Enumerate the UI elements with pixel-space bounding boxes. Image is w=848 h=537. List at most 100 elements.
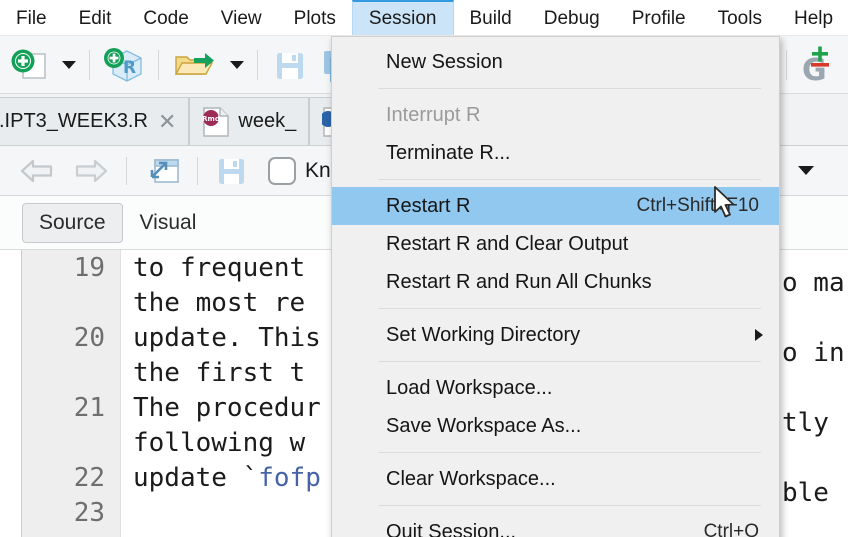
submenu-arrow-icon [755,329,763,341]
svg-text:G: G [802,53,827,84]
menu-item-quit-session[interactable]: Quit Session... Ctrl+Q [332,513,779,537]
toolbar-divider [786,49,787,80]
popout-window-icon [150,158,179,183]
menu-item-shortcut: Ctrl+Shift+F10 [636,195,760,216]
editor-save-button[interactable] [208,149,256,193]
menu-item-save-workspace-as[interactable]: Save Workspace As... [332,407,779,445]
menu-item-label: Clear Workspace... [386,467,556,490]
code-text-fragment: o in [782,338,845,368]
line-number: 21 [73,392,105,423]
code-text-fragment: ble [782,478,829,508]
menu-separator [378,505,761,506]
new-project-icon: R [104,47,142,82]
editor-tab-label: .IPT3_WEEK3.R [0,110,148,132]
editor-tab-label: week_ [238,110,297,132]
menu-item-set-working-directory[interactable]: Set Working Directory [332,316,779,354]
menu-item-label: Restart R and Run All Chunks [386,270,652,293]
menu-item-label: Restart R [386,194,471,217]
menu-item-load-workspace[interactable]: Load Workspace... [332,369,779,407]
forward-button[interactable] [64,149,116,193]
svg-text:Rmd: Rmd [203,115,221,123]
close-icon[interactable]: ✕ [156,110,176,133]
back-button[interactable] [12,149,64,193]
back-arrow-icon [20,159,53,182]
menu-item-clear-workspace[interactable]: Clear Workspace... [332,460,779,498]
code-text-fragment: o ma [782,268,845,298]
code-text: the first t [133,357,306,388]
chevron-down-icon [230,60,244,69]
menu-item-label: Load Workspace... [386,376,553,399]
menu-view[interactable]: View [205,0,278,35]
new-file-dropdown[interactable] [54,43,82,87]
menu-edit[interactable]: Edit [63,0,128,35]
menu-separator [378,88,761,89]
save-button[interactable] [265,43,315,87]
code-text: following w [133,427,306,458]
menu-build[interactable]: Build [454,0,528,35]
inline-code-span: fofp [258,462,321,493]
rmd-icon: Rmd [202,106,230,137]
menu-separator [378,452,761,453]
menu-item-restart-r-and-clear-output[interactable]: Restart R and Clear Output [332,225,779,263]
menu-item-label: Set Working Directory [386,323,581,346]
menu-debug[interactable]: Debug [528,0,616,35]
toolbar-divider [257,49,258,80]
knit-icon [268,156,296,185]
main-menu-bar: File Edit Code View Plots Session Build Debug Pr… [0,0,848,36]
menu-item-restart-r-and-run-all-chunks[interactable]: Restart R and Run All Chunks [332,263,779,301]
git-icon: G [802,46,829,84]
menu-plots[interactable]: Plots [278,0,352,35]
new-file-icon [11,49,46,79]
menu-item-label: Terminate R... [386,141,511,164]
line-number: 23 [73,497,105,528]
menu-separator [378,361,761,362]
menu-separator [378,179,761,180]
tab-visual[interactable]: Visual [123,203,214,243]
save-disk-icon [277,52,303,79]
code-text: the most re [133,287,306,318]
menu-item-terminate-r[interactable]: Terminate R... [332,134,779,172]
menu-item-restart-r[interactable]: Restart R Ctrl+Shift+F10 [332,187,779,225]
open-file-dropdown[interactable] [222,43,250,87]
menu-item-new-session[interactable]: New Session [332,43,779,81]
toolbar-divider [158,49,159,80]
new-project-button[interactable]: R [97,43,151,87]
menu-item-interrupt-r: Interrupt R [332,96,779,134]
editor-tab[interactable]: Rmd week_ [189,97,310,145]
menu-item-label: Restart R and Clear Output [386,232,629,255]
toolbar-divider [89,49,90,80]
command-divider [197,156,198,185]
code-text: The procedur [133,392,321,423]
menu-item-label: New Session [386,50,503,73]
tab-source[interactable]: Source [22,202,123,243]
menu-item-label: Save Workspace As... [386,414,582,437]
new-file-button[interactable] [4,43,54,87]
menu-item-shortcut: Ctrl+Q [703,521,759,537]
menu-tools[interactable]: Tools [702,0,778,35]
editor-tab[interactable]: .IPT3_WEEK3.R ✕ [0,97,190,145]
code-text: update `fofp [133,462,321,493]
code-text: update. This [133,322,321,353]
forward-arrow-icon [75,159,108,182]
line-number: 20 [73,322,105,353]
menu-session[interactable]: Session [351,0,454,35]
open-file-button[interactable] [166,43,222,87]
rstudio-window: File Edit Code View Plots Session Build Debug Pr… [0,0,848,537]
command-divider [126,156,127,185]
menu-item-label: Interrupt R [386,103,481,126]
menu-code[interactable]: Code [127,0,204,35]
save-disk-icon [219,158,244,184]
menu-file[interactable]: File [0,0,63,35]
menu-help[interactable]: Help [778,0,848,35]
line-number: 22 [73,462,105,493]
chevron-down-icon [798,166,814,175]
code-text: to frequent [133,252,306,283]
chevron-down-icon [62,60,76,69]
code-text-fragment: tly [782,408,829,438]
svg-text:R: R [123,58,136,78]
menu-profile[interactable]: Profile [616,0,702,35]
git-button[interactable]: G [794,43,848,87]
editor-options-dropdown[interactable] [792,149,848,193]
show-in-new-window-button[interactable] [137,149,187,193]
session-dropdown-menu[interactable]: New Session Interrupt R Terminate R... Rest… [331,36,780,537]
